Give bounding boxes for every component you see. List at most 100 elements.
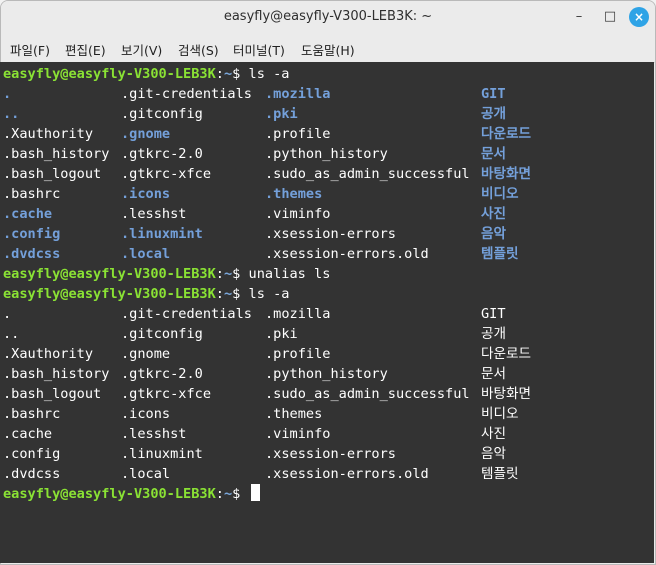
directory-entry: 템플릿: [481, 246, 519, 262]
prompt-path: ~: [223, 66, 233, 82]
file-entry: .sudo_as_admin_successful: [265, 386, 470, 402]
prompt-symbol: $: [232, 66, 241, 82]
file-entry: .pki: [265, 326, 298, 342]
directory-entry: .pki: [265, 106, 298, 122]
maximize-button[interactable]: □: [600, 7, 620, 27]
menu-file[interactable]: 파일(F): [10, 40, 50, 59]
prompt-path: ~: [223, 266, 233, 282]
file-entry: .linuxmint: [121, 446, 203, 462]
menu-search[interactable]: 검색(S): [178, 40, 219, 59]
prompt-user: easyfly@easyfly-V300-LEB3K: [3, 486, 216, 502]
file-entry: .lesshst: [121, 206, 187, 222]
file-entry: .bash_history: [3, 366, 110, 382]
file-entry: 다운로드: [481, 346, 532, 362]
file-entry: 음악: [481, 446, 507, 462]
file-entry: .lesshst: [121, 426, 187, 442]
prompt-path: ~: [223, 486, 233, 502]
title-bar[interactable]: easyfly@easyfly-V300-LEB3K: ~ – □ ×: [1, 1, 655, 33]
prompt-user: easyfly@easyfly-V300-LEB3K: [3, 286, 216, 302]
file-entry: .git-credentials: [121, 306, 252, 322]
directory-entry: .cache: [3, 206, 53, 222]
file-entry: ..: [3, 326, 20, 342]
directory-entry: 문서: [481, 146, 507, 162]
directory-entry: .linuxmint: [121, 226, 203, 242]
file-entry: .python_history: [265, 366, 388, 382]
minimize-button[interactable]: –: [569, 7, 589, 27]
menu-view[interactable]: 보기(V): [121, 40, 162, 59]
prompt-user: easyfly@easyfly-V300-LEB3K: [3, 66, 216, 82]
directory-entry: 비디오: [481, 186, 519, 202]
file-entry: .xsession-errors.old: [265, 466, 429, 482]
directory-entry: .mozilla: [265, 86, 331, 102]
file-entry: .bash_logout: [3, 166, 102, 182]
prompt-line: easyfly@easyfly-V300-LEB3K:~$ ls -a: [3, 66, 290, 82]
file-entry: .gtkrc-2.0: [121, 366, 203, 382]
prompt-line: easyfly@easyfly-V300-LEB3K:~$ unalias ls: [3, 266, 331, 282]
file-entry: .gitconfig: [121, 326, 203, 342]
prompt-symbol: $: [232, 486, 241, 502]
file-entry: .profile: [265, 346, 331, 362]
prompt-line: easyfly@easyfly-V300-LEB3K:~$: [3, 484, 260, 504]
file-entry: .gtkrc-2.0: [121, 146, 203, 162]
file-entry: 공개: [481, 326, 507, 342]
file-entry: .gtkrc-xfce: [121, 166, 212, 182]
file-entry: .xsession-errors.old: [265, 246, 429, 262]
file-entry: .gtkrc-xfce: [121, 386, 212, 402]
directory-entry: 사진: [481, 206, 507, 222]
file-entry: .config: [3, 446, 61, 462]
scrollbar[interactable]: [642, 62, 654, 563]
file-entry: .local: [121, 466, 171, 482]
file-entry: .xsession-errors: [265, 446, 396, 462]
file-entry: .git-credentials: [121, 86, 252, 102]
command-text: unalias ls: [248, 266, 331, 282]
directory-entry: 공개: [481, 106, 507, 122]
file-entry: .mozilla: [265, 306, 331, 322]
directory-entry: 음악: [481, 226, 507, 242]
directory-entry: .dvdcss: [3, 246, 61, 262]
file-entry: .profile: [265, 126, 331, 142]
file-entry: .icons: [121, 406, 171, 422]
file-entry: 사진: [481, 426, 507, 442]
file-entry: .sudo_as_admin_successful: [265, 166, 470, 182]
menu-terminal[interactable]: 터미널(T): [233, 40, 285, 59]
file-entry: .themes: [265, 406, 323, 422]
prompt-symbol: $: [232, 286, 241, 302]
prompt-path: ~: [223, 286, 233, 302]
file-entry: .: [3, 306, 12, 322]
close-button[interactable]: ×: [629, 7, 649, 27]
file-entry: .gnome: [121, 346, 171, 362]
file-entry: 문서: [481, 366, 507, 382]
directory-entry: .icons: [121, 186, 171, 202]
file-entry: .bashrc: [3, 186, 61, 202]
menu-help[interactable]: 도움말(H): [301, 40, 355, 59]
file-entry: 바탕화면: [481, 386, 532, 402]
file-entry: .xsession-errors: [265, 226, 396, 242]
file-entry: .Xauthority: [3, 346, 94, 362]
text-cursor: [250, 484, 260, 501]
directory-entry: GIT: [481, 86, 506, 102]
file-entry: .bash_history: [3, 146, 110, 162]
directory-entry: .: [3, 86, 12, 102]
directory-entry: .local: [121, 246, 171, 262]
menu-bar: 파일(F) 편집(E) 보기(V) 검색(S) 터미널(T) 도움말(H): [1, 33, 655, 63]
prompt-line: easyfly@easyfly-V300-LEB3K:~$ ls -a: [3, 286, 290, 302]
file-entry: GIT: [481, 306, 506, 322]
file-entry: 템플릿: [481, 466, 519, 482]
file-entry: .bashrc: [3, 406, 61, 422]
terminal-output[interactable]: easyfly@easyfly-V300-LEB3K:~$ ls -a . .gi…: [0, 62, 642, 563]
file-entry: .Xauthority: [3, 126, 94, 142]
prompt-symbol: $: [232, 266, 241, 282]
directory-entry: .themes: [265, 186, 323, 202]
file-entry: .bash_logout: [3, 386, 102, 402]
command-text: ls -a: [248, 286, 290, 302]
file-entry: .viminfo: [265, 206, 331, 222]
directory-entry: .config: [3, 226, 61, 242]
window-title: easyfly@easyfly-V300-LEB3K: ~: [223, 9, 433, 24]
file-entry: .gitconfig: [121, 106, 203, 122]
file-entry: .cache: [3, 426, 53, 442]
command-text: ls -a: [248, 66, 290, 82]
prompt-user: easyfly@easyfly-V300-LEB3K: [3, 266, 216, 282]
directory-entry: 바탕화면: [481, 166, 532, 182]
file-entry: .dvdcss: [3, 466, 61, 482]
menu-edit[interactable]: 편집(E): [65, 40, 106, 59]
